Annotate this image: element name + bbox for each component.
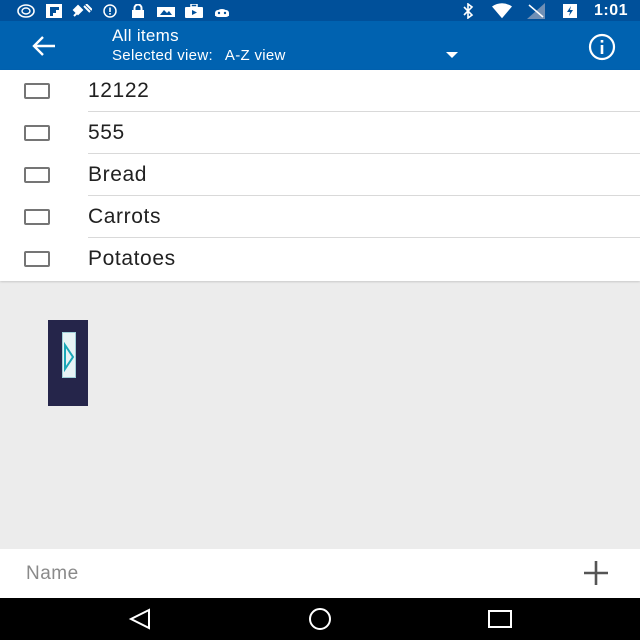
list-item[interactable]: 12122: [0, 70, 640, 112]
nav-back-button[interactable]: [118, 604, 162, 634]
item-checkbox[interactable]: [24, 251, 50, 267]
info-button[interactable]: [582, 32, 622, 62]
alert-icon: [100, 3, 120, 18]
floating-thumbnail[interactable]: [48, 320, 88, 406]
item-list: 12122 555 Bread Carrots Potatoes: [0, 70, 640, 281]
back-button[interactable]: [24, 31, 64, 61]
status-bar-notifications: [0, 3, 232, 18]
list-item[interactable]: Carrots: [0, 196, 640, 238]
nav-recents-button[interactable]: [478, 604, 522, 634]
list-item[interactable]: 555: [0, 112, 640, 154]
status-time: 1:01: [593, 1, 628, 19]
item-label: Bread: [88, 163, 148, 186]
lock-icon: [128, 3, 148, 18]
sync-icon: [16, 3, 36, 18]
item-checkbox[interactable]: [24, 125, 50, 141]
page-title: All items: [112, 26, 179, 45]
item-label: Carrots: [88, 205, 162, 228]
add-button[interactable]: [576, 557, 616, 589]
selected-view-label: Selected view:: [112, 47, 213, 64]
list-item[interactable]: Bread: [0, 154, 640, 196]
status-bar-system: 1:01: [458, 0, 628, 21]
item-checkbox[interactable]: [24, 83, 50, 99]
item-label: Potatoes: [88, 247, 176, 270]
circle-home-icon: [309, 608, 331, 630]
wifi-icon: [491, 2, 512, 18]
item-label: 12122: [88, 79, 150, 102]
app-bar: All items Selected view: A-Z view: [0, 21, 640, 70]
flipboard-icon: [44, 3, 64, 18]
view-dropdown[interactable]: [262, 43, 470, 69]
status-bar: 1:01: [0, 0, 640, 21]
name-input[interactable]: [18, 557, 538, 591]
info-icon: [588, 33, 616, 61]
briefcase-icon: [184, 3, 204, 18]
plus-icon: [584, 561, 608, 585]
battery-charging-icon: [560, 3, 580, 18]
nav-home-button[interactable]: [298, 604, 342, 634]
bluetooth-icon: [458, 2, 478, 19]
list-item[interactable]: Potatoes: [0, 238, 640, 280]
arrow-back-icon: [32, 36, 55, 56]
item-label: 555: [88, 121, 125, 144]
android-icon: [212, 4, 232, 18]
view-selector-row: Selected view: A-Z view: [112, 47, 286, 64]
satellite-icon: [72, 3, 92, 18]
signal-icon: [526, 2, 546, 19]
dropdown-caret-icon[interactable]: [446, 52, 458, 58]
item-checkbox[interactable]: [24, 167, 50, 183]
add-item-bar: [0, 549, 640, 598]
item-checkbox[interactable]: [24, 209, 50, 225]
system-nav-bar: [0, 598, 640, 640]
triangle-icon: [64, 341, 75, 373]
triangle-back-icon: [128, 608, 150, 630]
thumbnail-image: [62, 332, 76, 378]
square-recents-icon: [488, 610, 512, 628]
photos-icon: [156, 4, 176, 18]
